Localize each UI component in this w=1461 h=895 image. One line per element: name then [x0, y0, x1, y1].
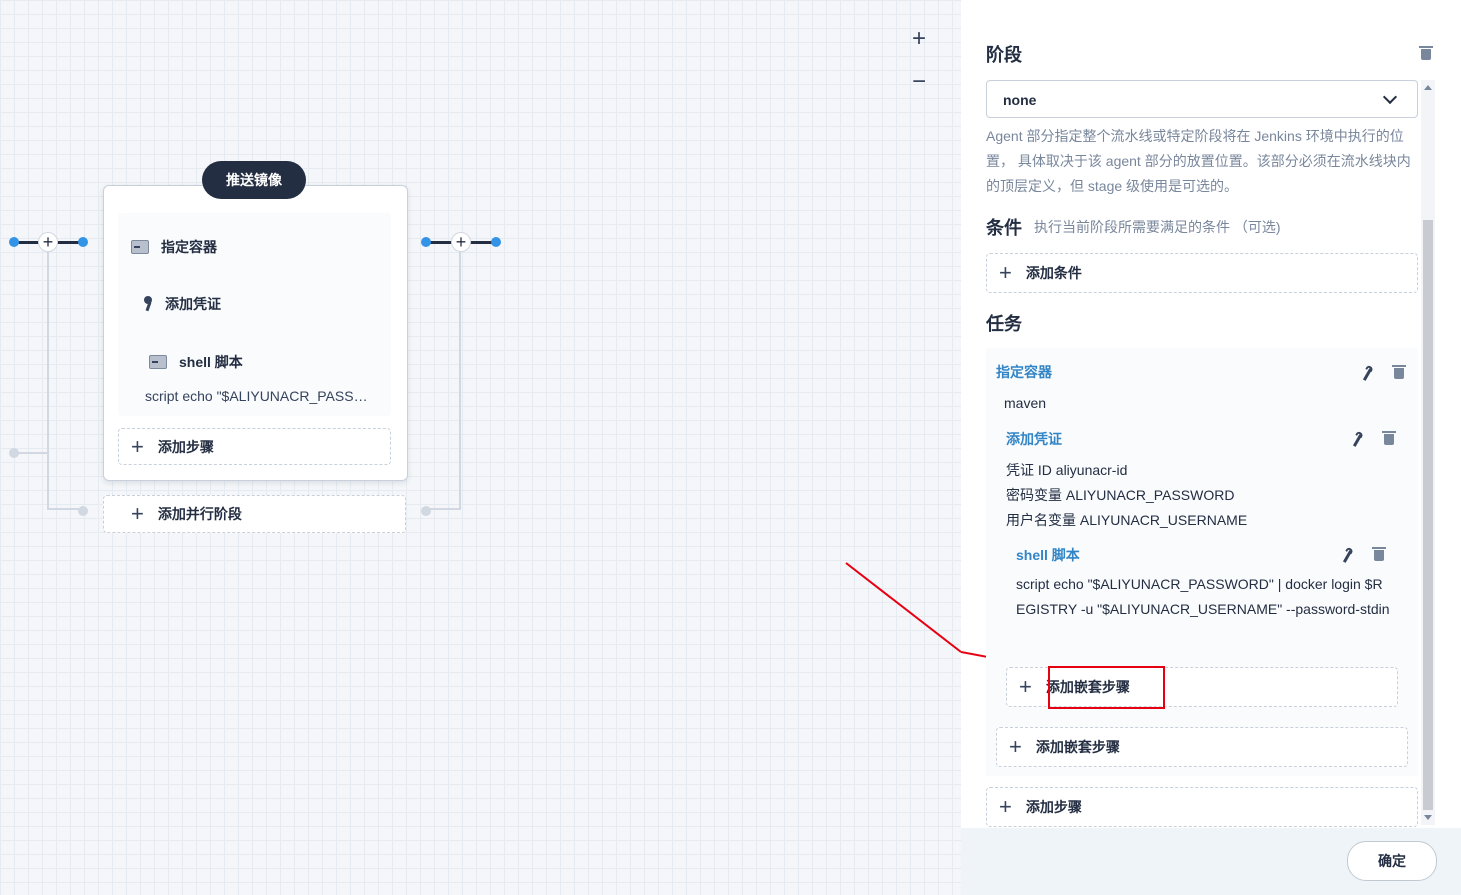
add-step-panel-button[interactable]: + 添加步骤: [986, 787, 1418, 827]
task-container-title[interactable]: 指定容器: [996, 362, 1052, 382]
zoom-out-button[interactable]: −: [905, 68, 933, 96]
condition-heading: 条件: [986, 218, 1022, 238]
delete-stage-trash-icon[interactable]: [1419, 46, 1433, 60]
delete-trash-icon[interactable]: [1392, 365, 1406, 379]
credential-username-var: 用户名变量 ALIYUNACR_USERNAME: [1006, 512, 1248, 528]
step-script-preview: script echo "$ALIYUNACR_PASSWORD" | dock…: [145, 388, 375, 404]
agent-description: Agent 部分指定整个流水线或特定阶段将在 Jenkins 环境中执行的位置，…: [986, 128, 1411, 194]
delete-trash-icon[interactable]: [1382, 431, 1396, 445]
plus-icon: +: [1019, 674, 1032, 699]
connector-dot: [421, 506, 431, 516]
task-credential-title[interactable]: 添加凭证: [1006, 429, 1062, 449]
container-value: maven: [1004, 395, 1047, 411]
shell-script: script echo "$ALIYUNACR_PASSWORD" | dock…: [1016, 576, 1390, 617]
add-stage-node-right[interactable]: +: [451, 232, 471, 252]
connector-dot: [78, 237, 88, 247]
add-stage-node-left[interactable]: +: [38, 232, 58, 252]
panel-scrollbar[interactable]: [1421, 80, 1435, 825]
add-step-button[interactable]: + 添加步骤: [118, 428, 391, 465]
annotation-arrow: [845, 562, 961, 653]
scroll-up-icon[interactable]: [1424, 85, 1432, 90]
condition-hint: 执行当前阶段所需要满足的条件 （可选): [1034, 219, 1281, 235]
add-nested-step-inner-button[interactable]: + 添加嵌套步骤: [1006, 667, 1398, 707]
connector-dot: [78, 506, 88, 516]
plus-icon: +: [131, 433, 144, 459]
edit-wrench-icon[interactable]: [1340, 548, 1354, 564]
step-container[interactable]: 指定容器: [131, 237, 217, 257]
task-heading: 任务: [986, 314, 1022, 334]
connector-line: [459, 252, 461, 510]
connector-dot: [9, 448, 19, 458]
add-condition-button[interactable]: + 添加条件: [986, 253, 1418, 293]
connector-line: [428, 508, 461, 510]
credential-password-var: 密码变量 ALIYUNACR_PASSWORD: [1006, 487, 1235, 503]
chevron-down-icon: [1382, 89, 1398, 105]
confirm-button[interactable]: 确定: [1347, 841, 1437, 881]
stage-title[interactable]: 推送镜像: [202, 161, 306, 199]
plus-icon: +: [999, 794, 1012, 819]
connector-line: [47, 252, 49, 510]
connector-dot: [491, 237, 501, 247]
connector-dot: [9, 237, 19, 247]
scroll-thumb[interactable]: [1423, 220, 1433, 810]
terminal-icon: [131, 240, 149, 254]
terminal-icon: [149, 355, 167, 369]
plus-icon: +: [999, 260, 1012, 285]
credential-id: 凭证 ID aliyunacr-id: [1006, 462, 1128, 478]
edit-wrench-icon[interactable]: [1360, 366, 1374, 382]
delete-trash-icon[interactable]: [1372, 547, 1386, 561]
agent-select[interactable]: none: [986, 80, 1418, 118]
plus-icon: +: [1009, 734, 1022, 759]
scroll-down-icon[interactable]: [1424, 815, 1432, 820]
zoom-in-button[interactable]: +: [905, 25, 933, 53]
step-credential[interactable]: 添加凭证: [143, 294, 221, 314]
pipeline-canvas[interactable]: + − + + 推送镜像 指定容器 添加凭证 shell 脚本 script e…: [0, 0, 961, 895]
add-parallel-stage-button[interactable]: + 添加并行阶段: [103, 495, 406, 533]
add-nested-step-outer-button[interactable]: + 添加嵌套步骤: [996, 727, 1408, 767]
step-shell[interactable]: shell 脚本: [149, 352, 243, 372]
connector-dot: [421, 237, 431, 247]
key-icon: [143, 296, 153, 312]
stage-heading: 阶段: [986, 45, 1022, 65]
plus-icon: +: [131, 501, 144, 526]
edit-wrench-icon[interactable]: [1350, 432, 1364, 448]
task-shell-title[interactable]: shell 脚本: [1016, 545, 1080, 565]
